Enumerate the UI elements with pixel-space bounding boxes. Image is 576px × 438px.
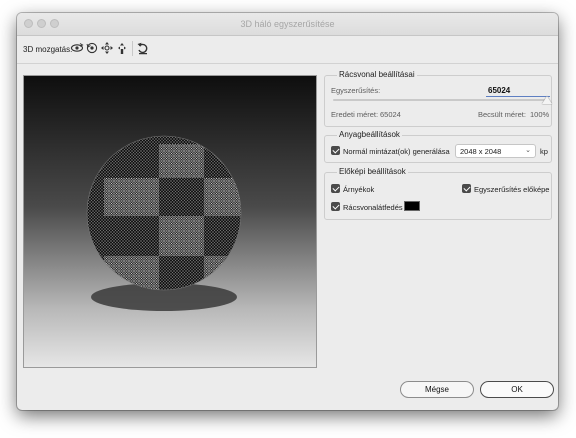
simplify-label: Egyszerűsítés: xyxy=(331,86,381,95)
wireframe-checkbox[interactable] xyxy=(331,202,340,211)
3d-preview-viewport[interactable] xyxy=(23,75,317,368)
dialog-window: 3D háló egyszerűsítése 3D mozgatás: Rács… xyxy=(17,13,558,410)
pan-icon[interactable] xyxy=(100,41,114,55)
toolbar-separator xyxy=(132,41,133,56)
original-size-value: 65024 xyxy=(380,110,401,119)
mesh-settings-title: Rácsvonal beállításai xyxy=(337,70,417,79)
preview-settings-title: Előképi beállítások xyxy=(337,167,408,176)
window-title: 3D háló egyszerűsítése xyxy=(240,19,335,29)
reset-icon[interactable] xyxy=(136,41,150,55)
shadows-label: Árnyékok xyxy=(343,185,375,194)
ok-button[interactable]: OK xyxy=(480,381,554,398)
mesh-settings-group xyxy=(324,75,552,127)
cancel-button[interactable]: Mégse xyxy=(400,381,474,398)
resolution-value: 2048 x 2048 xyxy=(460,147,502,156)
original-size-label: Eredeti méret: xyxy=(331,110,379,119)
material-settings-title: Anyagbeállítások xyxy=(337,130,402,139)
wireframe-label: Rácsvonalátfedés xyxy=(343,203,403,212)
shadows-checkbox[interactable] xyxy=(331,184,340,193)
slide-icon[interactable] xyxy=(115,41,129,55)
estimated-size-label: Becsült méret: xyxy=(478,110,526,119)
simplify-preview-checkbox[interactable] xyxy=(462,184,471,193)
sphere-preview xyxy=(86,135,242,311)
preview-settings-group xyxy=(324,172,552,220)
normal-map-checkbox[interactable] xyxy=(331,146,340,155)
title-bar: 3D háló egyszerűsítése xyxy=(17,13,558,36)
simplify-slider-track[interactable] xyxy=(333,99,547,101)
simplify-slider-thumb[interactable] xyxy=(542,96,552,104)
simplify-input[interactable] xyxy=(486,85,550,97)
simplify-preview-label: Egyszerűsítés előképe xyxy=(474,185,550,194)
orbit-icon[interactable] xyxy=(70,41,84,55)
resolution-unit: kp xyxy=(540,147,548,156)
estimated-size-value: 100% xyxy=(530,110,550,119)
3d-move-label: 3D mozgatás: xyxy=(23,45,73,54)
roll-icon[interactable] xyxy=(85,41,99,55)
chevron-down-icon: ⌄ xyxy=(525,147,531,154)
resolution-select[interactable]: 2048 x 2048 ⌄ xyxy=(455,144,536,158)
normal-map-label: Normál mintázat(ok) generálása xyxy=(343,147,450,156)
toolbar: 3D mozgatás: xyxy=(17,35,558,64)
wireframe-color-swatch[interactable] xyxy=(404,201,420,211)
